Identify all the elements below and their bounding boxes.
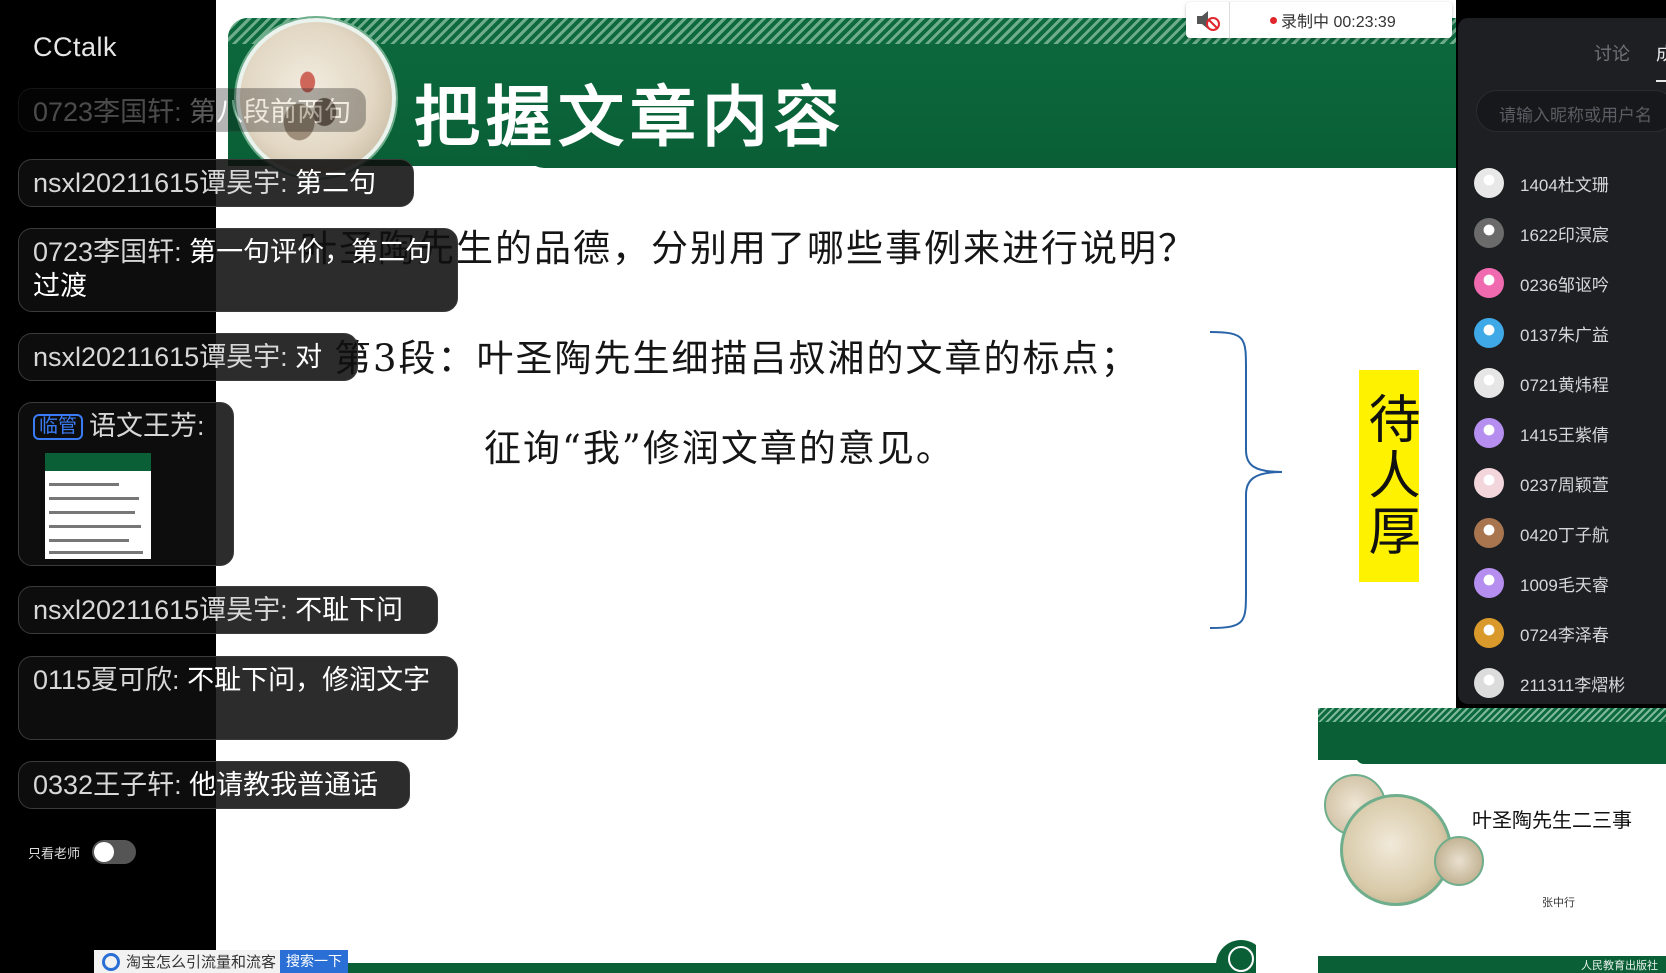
chat-message: 0723李国轩: 第一句评价，第二句过渡: [18, 228, 458, 312]
member-name: 0724李泽春: [1520, 625, 1609, 645]
avatar: [1474, 518, 1504, 548]
chat-message: 0723李国轩: 第八段前两句: [18, 88, 366, 132]
member-list: 1404杜文珊 1622印溟宸 0236邹讴吟 0137朱广益 0721黄炜程 1415王…: [1458, 158, 1666, 708]
chat-image-thumbnail[interactable]: [45, 453, 151, 559]
member-name: 0237周颖萱: [1520, 475, 1609, 495]
member-row[interactable]: 1415王紫倩: [1458, 408, 1666, 458]
chat-sender: 0723李国轩:: [33, 237, 190, 267]
chat-message-image: 临管 语文王芳:: [18, 402, 234, 566]
member-row[interactable]: 0724李泽春: [1458, 608, 1666, 658]
active-tab-indicator: [1656, 80, 1666, 82]
avatar: [1474, 568, 1504, 598]
avatar: [1474, 268, 1504, 298]
member-row[interactable]: 0237周颖萱: [1458, 458, 1666, 508]
chat-message: nsxl20211615谭昊宇: 第二句: [18, 159, 414, 207]
chat-message: nsxl20211615谭昊宇: 不耻下问: [18, 586, 438, 634]
chat-sender: nsxl20211615谭昊宇:: [33, 595, 296, 625]
chat-sender: 0723李国轩:: [33, 97, 190, 127]
member-name: 211311李熠彬: [1520, 675, 1626, 695]
preview-illustration-side: [1434, 836, 1484, 886]
slide-preview-window[interactable]: 叶圣陶先生二三事 张中行 人民教育出版社: [1256, 708, 1666, 973]
ad-search-text[interactable]: 淘宝怎么引流量和流客: [126, 951, 280, 972]
member-row[interactable]: 1009毛天睿: [1458, 558, 1666, 608]
chat-sender: 语文王芳:: [89, 411, 205, 441]
teacher-only-filter: 只看老师: [28, 840, 137, 864]
member-name: 0137朱广益: [1520, 325, 1609, 345]
moderator-badge: 临管: [33, 414, 84, 440]
preview-publisher: 人民教育出版社: [1581, 959, 1658, 972]
preview-title: 叶圣陶先生二三事: [1472, 808, 1632, 832]
member-panel-tabs: 讨论 成: [1458, 36, 1666, 66]
member-row[interactable]: 0236邹讴吟: [1458, 258, 1666, 308]
member-name: 1009毛天睿: [1520, 575, 1609, 595]
member-search-input[interactable]: 请输入昵称或用户名: [1476, 90, 1666, 132]
curly-brace-icon: [1209, 331, 1283, 629]
avatar: [1474, 668, 1504, 698]
chat-text: 他请教我普通话: [189, 770, 379, 800]
browser-icon: [102, 952, 120, 971]
recording-bar: 录制中 00:23:39: [1186, 2, 1452, 38]
chat-message: nsxl20211615谭昊宇: 对: [18, 333, 358, 381]
member-row[interactable]: 1404杜文珊: [1458, 158, 1666, 208]
chat-text: 第八段前两句: [189, 97, 352, 127]
teacher-only-label: 只看老师: [28, 845, 81, 861]
member-row[interactable]: 0420丁子航: [1458, 508, 1666, 558]
screen: 把握文章内容 叶圣陶先生的品德，分别用了哪些事例来进行说明？ 第3段：叶圣陶先生…: [0, 0, 1666, 973]
chat-sender: nsxl20211615谭昊宇:: [33, 168, 296, 198]
avatar: [1474, 468, 1504, 498]
tab-members[interactable]: 成: [1656, 40, 1666, 66]
recording-dot-icon: [1270, 16, 1277, 24]
chat-text: 对: [295, 342, 323, 372]
avatar: [1474, 168, 1504, 198]
preview-header-stripe: [1318, 708, 1666, 722]
toggle-knob: [94, 842, 115, 862]
recording-timer: 录制中 00:23:39: [1281, 14, 1396, 31]
chat-text: 第二句: [295, 168, 377, 198]
slide-highlight-box: 待人厚: [1359, 370, 1419, 582]
slide-title: 把握文章内容: [414, 78, 846, 156]
chat-sender: 0332王子轩:: [33, 770, 190, 800]
member-name: 1404杜文珊: [1520, 175, 1609, 195]
app-name: CCtalk: [33, 32, 118, 62]
chat-text: 不耻下问，修润文字: [187, 665, 431, 695]
member-row[interactable]: 0721黄炜程: [1458, 358, 1666, 408]
chat-sender: 0115夏可欣:: [33, 665, 188, 695]
teacher-only-toggle[interactable]: [92, 840, 137, 864]
slide-point-line2: 征询“我”修润文章的意见。: [484, 427, 955, 470]
avatar: [1474, 368, 1504, 398]
member-name: 1415王紫倩: [1520, 425, 1609, 445]
member-row[interactable]: 1622印溟宸: [1458, 208, 1666, 258]
member-name: 0721黄炜程: [1520, 375, 1609, 395]
preview-header-curve: [1356, 756, 1666, 764]
preview-footer-bar: 人民教育出版社: [1318, 956, 1666, 973]
chat-message: 0332王子轩: 他请教我普通话: [18, 761, 410, 809]
chat-message: 0115夏可欣: 不耻下问，修润文字: [18, 656, 458, 740]
member-row[interactable]: 0137朱广益: [1458, 308, 1666, 358]
avatar: [1474, 618, 1504, 648]
chat-text: 不耻下问: [295, 595, 404, 625]
avatar: [1474, 318, 1504, 348]
member-name: 0420丁子航: [1520, 525, 1609, 545]
tab-discussion[interactable]: 讨论: [1594, 40, 1630, 66]
member-name: 1622印溟宸: [1520, 225, 1609, 245]
member-panel: 讨论 成 请输入昵称或用户名 1404杜文珊 1622印溟宸 0236邹讴吟 0137…: [1458, 18, 1666, 704]
search-ad-bar: 淘宝怎么引流量和流客 搜索一下: [94, 950, 348, 973]
speaker-muted-button[interactable]: [1186, 2, 1230, 38]
ad-search-button[interactable]: 搜索一下: [280, 950, 348, 973]
slide-point-line1: 第3段：叶圣陶先生细描吕叔湘的文章的标点；: [334, 337, 1140, 380]
avatar: [1474, 418, 1504, 448]
member-name: 0236邹讴吟: [1520, 275, 1609, 295]
member-row[interactable]: 211311李熠彬: [1458, 658, 1666, 708]
avatar: [1474, 218, 1504, 248]
speaker-muted-icon: [1196, 11, 1220, 31]
chat-sender: nsxl20211615谭昊宇:: [33, 342, 296, 372]
preview-author: 张中行: [1542, 896, 1575, 909]
